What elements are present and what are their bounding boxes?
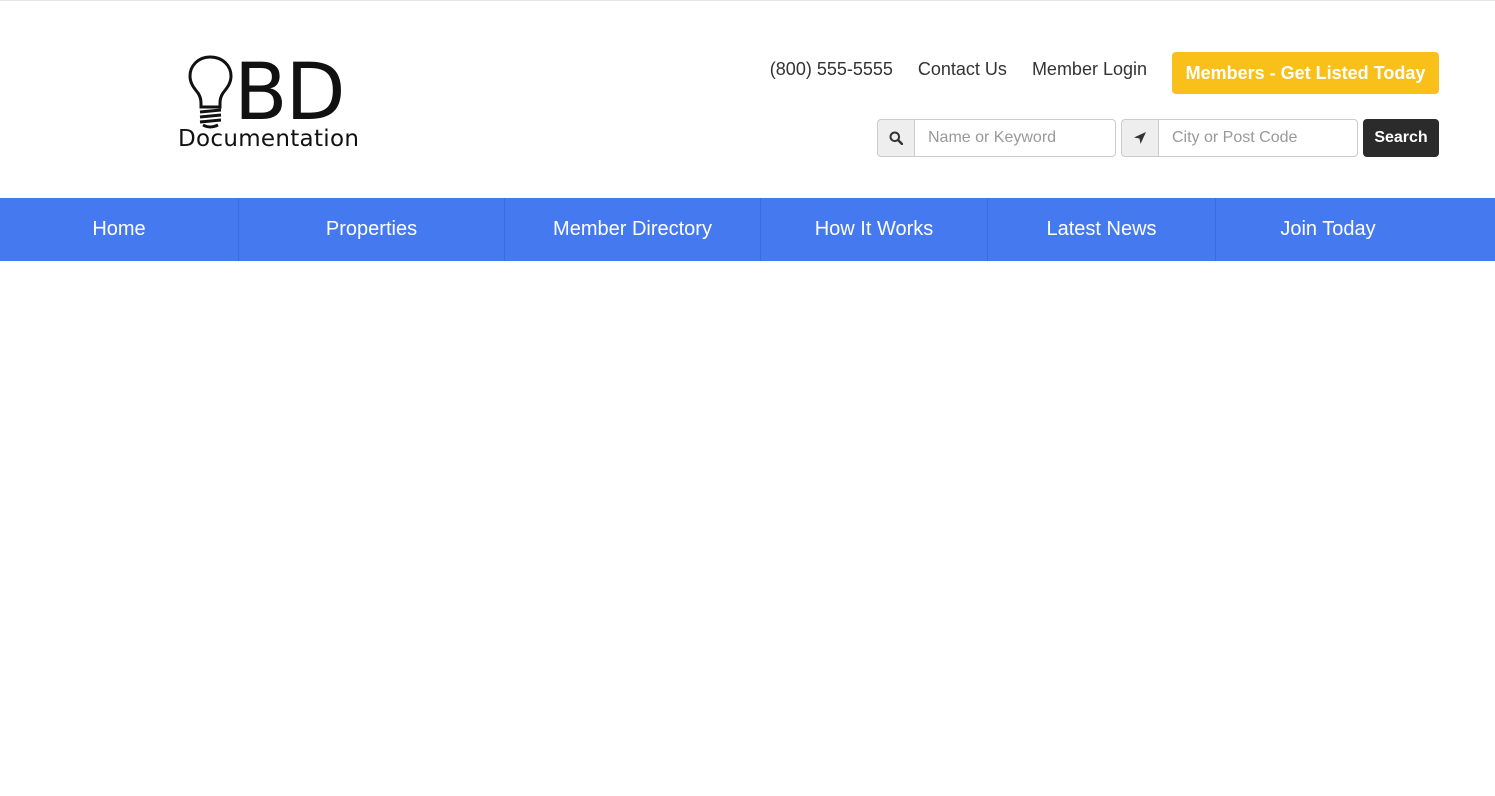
location-search-input[interactable] [1158,119,1358,157]
search-button[interactable]: Search [1363,119,1439,157]
nav-item-latest-news[interactable]: Latest News [988,198,1216,261]
member-login-link[interactable]: Member Login [1032,59,1147,80]
phone-link[interactable]: (800) 555-5555 [770,59,893,80]
main-navigation: Home Properties Member Directory How It … [0,198,1495,261]
header-links: (800) 555-5555 Contact Us Member Login [770,59,1147,80]
logo-letters: BD [234,48,346,138]
logo-wordmark: Documentation [178,126,360,152]
keyword-input-group [877,119,1116,157]
get-listed-button[interactable]: Members - Get Listed Today [1172,52,1439,94]
keyword-search-input[interactable] [914,119,1116,157]
search-icon [877,119,914,157]
site-logo[interactable]: BD Documentation [176,53,388,157]
location-arrow-icon [1121,119,1158,157]
nav-item-join-today[interactable]: Join Today [1216,198,1440,261]
nav-item-home[interactable]: Home [0,198,239,261]
search-bar: Search [877,119,1439,157]
nav-item-properties[interactable]: Properties [239,198,505,261]
nav-item-member-directory[interactable]: Member Directory [505,198,761,261]
contact-us-link[interactable]: Contact Us [918,59,1007,80]
location-input-group [1121,119,1358,157]
nav-item-how-it-works[interactable]: How It Works [761,198,988,261]
page: BD Documentation (800) 555-5555 Contact … [0,0,1495,796]
